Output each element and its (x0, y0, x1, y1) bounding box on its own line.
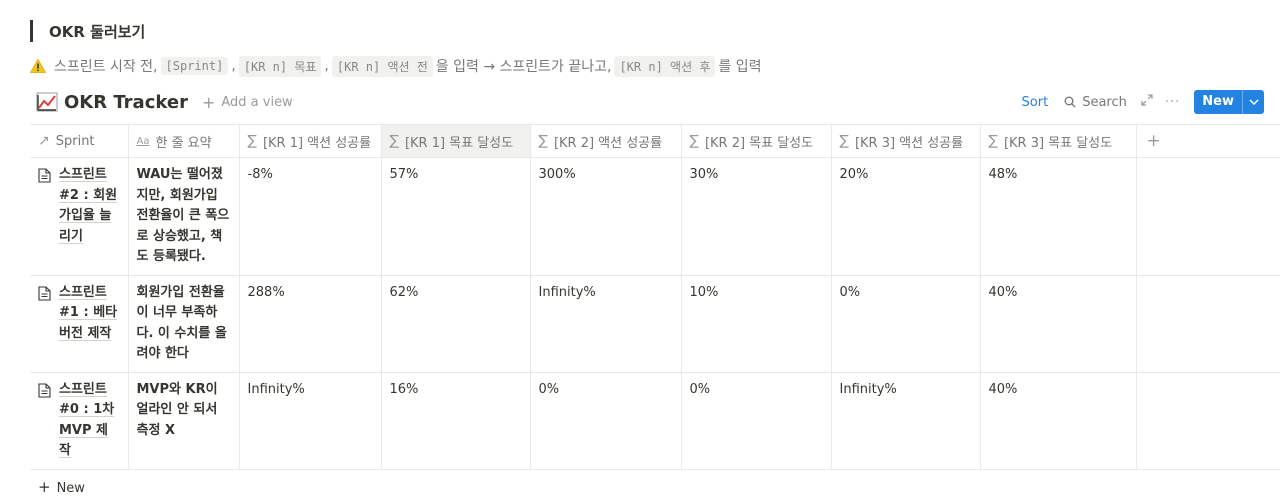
kr2-action-cell[interactable]: 0% (530, 371, 682, 470)
add-column-button[interactable]: + (1136, 124, 1280, 158)
plus-icon: + (38, 477, 51, 496)
kr1-goal-cell[interactable]: 57% (381, 157, 531, 276)
kr3-goal-cell[interactable]: 48% (980, 157, 1137, 276)
plus-icon: + (201, 92, 216, 112)
formula-sigma-icon: ∑ (247, 133, 257, 149)
kr2-action-cell[interactable]: 300% (530, 157, 682, 276)
callout-code-kr-goal: [KR n] 목표 (238, 55, 322, 77)
callout-code-sprint: [Sprint] (160, 57, 229, 75)
column-header-kr1-goal[interactable]: ∑ [KR 1] 목표 달성도 (381, 124, 531, 158)
column-header-kr1-action[interactable]: ∑ [KR 1] 액션 성공률 (239, 124, 382, 158)
sprint-cell[interactable]: 스프린트#2 : 회원가입율 늘리기 (30, 157, 129, 276)
callout-sep-2: , (324, 58, 329, 74)
kr1-action-cell[interactable]: -8% (239, 157, 382, 276)
column-label: [KR 3] 목표 달성도 (1003, 135, 1113, 151)
callout-sep-1: , (231, 58, 236, 74)
database-toolbar: Sort Search ··· New (1022, 90, 1264, 114)
search-button[interactable]: Search (1064, 95, 1127, 110)
text-property-icon: Aa (136, 135, 150, 147)
kr3-goal-cell[interactable]: 40% (980, 371, 1137, 470)
callout-text-1: 스프린트 시작 전, (54, 59, 158, 75)
sprint-cell[interactable]: 스프린트#0 : 1차 MVP 제작 (30, 371, 129, 470)
sprint-title[interactable]: 스프린트#0 : 1차 MVP 제작 (59, 380, 120, 462)
page-heading: OKR 둘러보기 (30, 18, 145, 44)
more-options-icon[interactable]: ··· (1165, 95, 1180, 110)
new-row-button[interactable]: + New (30, 468, 1280, 500)
database-header: OKR Tracker + Add a view (36, 88, 293, 116)
empty-cell (1136, 371, 1280, 470)
database-title[interactable]: OKR Tracker (64, 92, 188, 113)
column-label: [KR 2] 목표 달성도 (704, 135, 814, 151)
kr2-goal-cell[interactable]: 0% (681, 371, 832, 470)
sprint-cell[interactable]: 스프린트#1 : 베타 버전 제작 (30, 274, 129, 373)
quote-bar (30, 20, 33, 42)
empty-cell (1136, 274, 1280, 373)
kr3-action-cell[interactable]: Infinity% (831, 371, 981, 470)
page-icon (38, 285, 51, 301)
callout-code-action-after: [KR n] 액션 후 (614, 55, 716, 77)
formula-sigma-icon: ∑ (389, 133, 399, 149)
formula-sigma-icon: ∑ (839, 133, 849, 149)
column-header-summary[interactable]: Aa 한 줄 요약 (128, 124, 240, 158)
okr-table: ↗ Sprint Aa 한 줄 요약 ∑ [KR 1] 액션 성공률 ∑ [KR 1] … (30, 124, 1280, 500)
callout-text-3: 를 입력 (718, 59, 762, 75)
expand-icon (1141, 94, 1153, 106)
kr2-action-cell[interactable]: Infinity% (530, 274, 682, 373)
summary-cell[interactable]: 회원가입 전환율이 너무 부족하다. 이 수치를 올려야 한다 (128, 274, 240, 373)
table-row[interactable]: 스프린트#1 : 베타 버전 제작 회원가입 전환율이 너무 부족하다. 이 수… (30, 274, 1280, 373)
sprint-title[interactable]: 스프린트#1 : 베타 버전 제작 (59, 283, 120, 345)
chart-trend-icon (36, 92, 58, 112)
empty-cell (1136, 157, 1280, 276)
column-label: [KR 1] 액션 성공률 (262, 135, 372, 151)
kr2-goal-cell[interactable]: 10% (681, 274, 832, 373)
column-header-sprint[interactable]: ↗ Sprint (30, 124, 129, 158)
kr3-goal-cell[interactable]: 40% (980, 274, 1137, 373)
kr1-action-cell[interactable]: 288% (239, 274, 382, 373)
add-view-label: Add a view (221, 94, 293, 110)
formula-sigma-icon: ∑ (988, 133, 998, 149)
kr3-action-cell[interactable]: 20% (831, 157, 981, 276)
callout-code-action-before: [KR n] 액션 전 (331, 55, 433, 77)
formula-sigma-icon: ∑ (538, 133, 548, 149)
column-header-kr3-action[interactable]: ∑ [KR 3] 액션 성공률 (831, 124, 981, 158)
column-header-kr3-goal[interactable]: ∑ [KR 3] 목표 달성도 (980, 124, 1137, 158)
page-icon (38, 382, 51, 398)
kr1-action-cell[interactable]: Infinity% (239, 371, 382, 470)
callout: 스프린트 시작 전, [Sprint] , [KR n] 목표 , [KR n]… (30, 55, 761, 77)
callout-text-2: 을 입력 → 스프린트가 끝나고, (435, 59, 612, 75)
column-header-kr2-action[interactable]: ∑ [KR 2] 액션 성공률 (530, 124, 682, 158)
table-header-row: ↗ Sprint Aa 한 줄 요약 ∑ [KR 1] 액션 성공률 ∑ [KR 1] … (30, 124, 1280, 158)
new-row-label: New (56, 480, 85, 496)
sprint-title[interactable]: 스프린트#2 : 회원가입율 늘리기 (59, 165, 120, 247)
search-icon (1064, 96, 1076, 108)
new-button-label: New (1202, 94, 1234, 109)
column-label: 한 줄 요약 (155, 135, 212, 151)
column-label: [KR 1] 목표 달성도 (404, 135, 514, 151)
table-row[interactable]: 스프린트#0 : 1차 MVP 제작 MVP와 KR이 얼라인 안 되서 측정 … (30, 371, 1280, 470)
plus-icon: + (1146, 131, 1161, 151)
table-row[interactable]: 스프린트#2 : 회원가입율 늘리기 WAU는 떨어졌지만, 회원가입 전환율이… (30, 157, 1280, 276)
column-label: [KR 3] 액션 성공률 (854, 135, 964, 151)
warning-icon (30, 59, 46, 73)
kr2-goal-cell[interactable]: 30% (681, 157, 832, 276)
column-label: [KR 2] 액션 성공률 (553, 135, 663, 151)
column-header-kr2-goal[interactable]: ∑ [KR 2] 목표 달성도 (681, 124, 832, 158)
kr1-goal-cell[interactable]: 62% (381, 274, 531, 373)
column-label: Sprint (55, 133, 95, 149)
summary-cell[interactable]: WAU는 떨어졌지만, 회원가입 전환율이 큰 폭으로 상승했고, 책도 등록됐… (128, 157, 240, 276)
formula-sigma-icon: ∑ (689, 133, 699, 149)
summary-cell[interactable]: MVP와 KR이 얼라인 안 되서 측정 X (128, 371, 240, 470)
chevron-down-icon[interactable] (1242, 90, 1264, 114)
add-view-button[interactable]: + Add a view (202, 93, 293, 112)
search-label: Search (1082, 94, 1127, 110)
expand-button[interactable] (1141, 94, 1153, 110)
new-row-cell[interactable]: + New (30, 468, 1280, 500)
kr3-action-cell[interactable]: 0% (831, 274, 981, 373)
heading-title: OKR 둘러보기 (49, 22, 146, 41)
new-button[interactable]: New (1194, 90, 1264, 114)
page-icon (38, 168, 51, 183)
relation-arrow-icon: ↗ (38, 133, 50, 149)
sort-button[interactable]: Sort (1022, 95, 1049, 110)
kr1-goal-cell[interactable]: 16% (381, 371, 531, 470)
